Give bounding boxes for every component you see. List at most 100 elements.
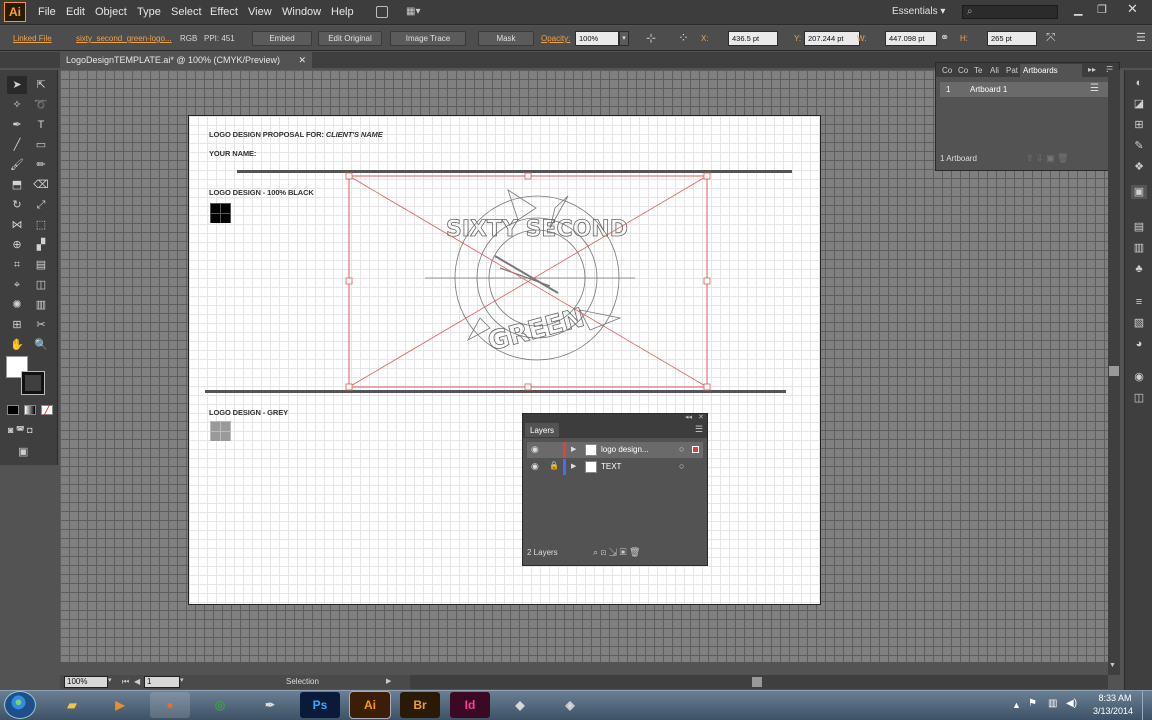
menu-effect[interactable]: Effect [210, 6, 238, 18]
taskbar-media-player-icon[interactable]: ▶ [100, 692, 140, 718]
rotate-tool-icon[interactable]: ↻ [7, 196, 27, 214]
width-tool-icon[interactable]: ⋈ [7, 216, 27, 234]
expand-triangle-icon[interactable]: ▶ [571, 445, 576, 453]
horizontal-scroll-thumb[interactable] [752, 677, 762, 687]
color-panel-icon[interactable]: ◐ [1131, 76, 1147, 90]
scale-tool-icon[interactable]: ⤢ [31, 196, 51, 214]
start-button[interactable] [4, 691, 36, 719]
placed-logo-image[interactable]: SIXTY SECOND GREEN [340, 168, 720, 393]
eraser-tool-icon[interactable]: ⌫ [31, 176, 51, 194]
lock-icon[interactable]: 🔒 [549, 461, 559, 470]
reference-point-icon[interactable]: ⊹ [646, 31, 656, 45]
panel-expand-icon[interactable]: ▸▸ [1088, 65, 1096, 74]
taskbar-app-icon[interactable]: ◆ [500, 692, 540, 718]
free-transform-tool-icon[interactable]: ⬚ [31, 216, 51, 234]
rectangle-tool-icon[interactable]: ▭ [31, 136, 51, 154]
artboard-options-icon[interactable]: ☰ [1090, 83, 1099, 94]
minimize-icon[interactable]: ▁ [1074, 3, 1082, 16]
status-menu-icon[interactable]: ▶ [386, 677, 391, 685]
opacity-dropdown-icon[interactable]: ▾ [619, 31, 629, 46]
menu-type[interactable]: Type [137, 6, 161, 18]
pen-tool-icon[interactable]: ✒ [7, 116, 27, 134]
blend-tool-icon[interactable]: ◫ [31, 276, 51, 294]
tab-align[interactable]: Ali [990, 66, 999, 75]
color-mode-icon[interactable] [7, 405, 19, 415]
tab-type[interactable]: Te [974, 66, 982, 75]
menu-edit[interactable]: Edit [66, 6, 85, 18]
align-icon[interactable]: ≡ [1131, 295, 1147, 309]
artboard-row-1[interactable]: 1 Artboard 1 ☰ [940, 82, 1115, 97]
y-field[interactable]: 207.244 pt [804, 31, 860, 46]
target-circle-icon[interactable]: ○ [679, 444, 684, 454]
taskbar-photoshop-icon[interactable]: Ps [300, 692, 340, 718]
taskbar-chrome-icon[interactable]: ◎ [200, 692, 240, 718]
tray-network-icon[interactable]: ▥ [1048, 698, 1057, 709]
artboards-dock-icon[interactable]: ▣ [1131, 185, 1147, 199]
expand-triangle-icon[interactable]: ▶ [571, 462, 576, 470]
handle-bottom-right[interactable] [703, 383, 711, 391]
menu-view[interactable]: View [248, 6, 272, 18]
x-field[interactable]: 436.5 pt [728, 31, 778, 46]
w-field[interactable]: 447.098 pt [885, 31, 937, 46]
artboard-footer-icons[interactable]: ⇧ ⇩ ▣ 🗑 [1026, 153, 1069, 164]
close-tab-icon[interactable]: ✕ [298, 52, 306, 68]
image-trace-button[interactable]: Image Trace [390, 31, 466, 46]
direct-selection-tool-icon[interactable]: ⇱ [31, 76, 51, 94]
pencil-tool-icon[interactable]: ✏ [31, 156, 51, 174]
visibility-eye-icon[interactable]: ◉ [531, 444, 539, 455]
tray-expand-icon[interactable]: ▲ [1012, 700, 1021, 710]
embed-button[interactable]: Embed [252, 31, 312, 46]
first-artboard-icon[interactable]: ⏮ [122, 677, 129, 687]
handle-middle-left[interactable] [345, 277, 353, 285]
linked-file-link[interactable]: Linked File [13, 34, 52, 43]
stroke-icon[interactable]: ▤ [1131, 220, 1147, 234]
artboard-number-field[interactable]: 1 [144, 676, 180, 688]
taskbar-pen-app-icon[interactable]: ✒ [250, 692, 290, 718]
vertical-scroll-thumb[interactable] [1109, 366, 1119, 376]
handle-top-right[interactable] [703, 172, 711, 180]
document-tab[interactable]: LogoDesignTEMPLATE.ai* @ 100% (CMYK/Prev… [60, 52, 312, 68]
layers-panel-titlebar[interactable]: ◂◂ ✕ [523, 414, 707, 422]
lasso-tool-icon[interactable]: ➰ [31, 96, 51, 114]
tab-color-guide[interactable]: Co [958, 66, 968, 75]
tab-artboards[interactable]: Artboards [1020, 64, 1082, 77]
transform-grid-icon[interactable]: ⁘ [678, 30, 689, 46]
mask-button[interactable]: Mask [478, 31, 534, 46]
menu-file[interactable]: File [38, 6, 56, 18]
eyedropper-tool-icon[interactable]: ⌖ [7, 276, 27, 294]
gradient-mode-icon[interactable] [24, 405, 36, 415]
taskbar-illustrator-icon[interactable]: Ai [349, 691, 391, 719]
handle-bottom-left[interactable] [345, 383, 353, 391]
artboard-dropdown-icon[interactable]: ▾ [180, 676, 184, 684]
paintbrush-tool-icon[interactable]: 🖌 [7, 156, 27, 174]
tab-layers[interactable]: Layers [525, 423, 559, 437]
handle-top-left[interactable] [345, 172, 353, 180]
clock-date[interactable]: 3/13/2014 [1088, 706, 1138, 716]
color-guide-icon[interactable]: ◪ [1131, 97, 1147, 111]
artboard-tool-icon[interactable]: ⊞ [7, 316, 27, 334]
clock-time[interactable]: 8:33 AM [1092, 693, 1138, 703]
layer-row-logo-design[interactable]: ◉ ▶ logo design... ○ [527, 442, 703, 458]
layers-footer-icons[interactable]: ⌕ ⊡ ⇲ ▣ 🗑 [593, 547, 640, 558]
drawing-modes-icon[interactable]: ◙ ◚ ◘ [8, 425, 52, 437]
layers-close-icon[interactable]: ✕ [698, 413, 704, 421]
shape-builder-tool-icon[interactable]: ⊕ [7, 236, 27, 254]
line-tool-icon[interactable]: ╱ [7, 136, 27, 154]
menu-help[interactable]: Help [331, 6, 354, 18]
transform-panel-icon[interactable]: ▧ [1131, 316, 1147, 330]
prev-artboard-icon[interactable]: ◀ [134, 677, 140, 686]
symbols-icon[interactable]: ❖ [1131, 160, 1147, 174]
target-circle-icon[interactable]: ○ [679, 461, 684, 471]
tray-action-center-icon[interactable]: ⚑ [1028, 698, 1037, 709]
none-mode-icon[interactable]: ╱ [41, 405, 53, 415]
handle-bottom-center[interactable] [524, 383, 532, 391]
tray-volume-icon[interactable]: ◀) [1066, 698, 1077, 709]
screen-mode-icon[interactable]: ▣ [18, 445, 36, 458]
control-menu-icon[interactable]: ☰ [1136, 31, 1146, 44]
brushes-icon[interactable]: ✎ [1131, 139, 1147, 153]
opacity-field[interactable]: 100% [575, 31, 619, 46]
menu-object[interactable]: Object [95, 6, 127, 18]
current-tool-status[interactable]: Selection [286, 677, 319, 686]
constrain-link-icon[interactable]: ⚭ [940, 31, 949, 44]
menu-select[interactable]: Select [171, 6, 202, 18]
